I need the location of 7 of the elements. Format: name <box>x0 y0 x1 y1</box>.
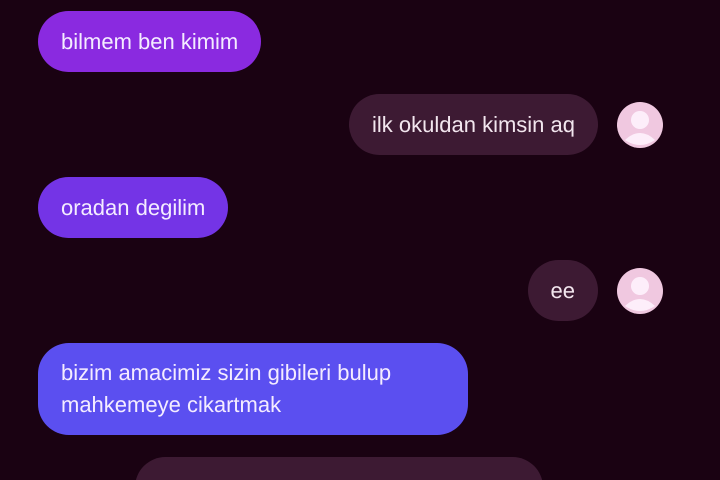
avatar-icon <box>617 268 663 314</box>
message-bubble: bizim amacimiz sizin gibileri bulup mahkemeye cikartmak <box>38 343 468 435</box>
message-bubble: ilk okuldan kimsin aq <box>349 94 598 155</box>
message-bubble: ee <box>528 260 598 321</box>
avatar-icon <box>617 102 663 148</box>
message-bubble: oradan degilim <box>38 177 228 238</box>
message-bubble: bilmem ben kimim <box>38 11 262 72</box>
